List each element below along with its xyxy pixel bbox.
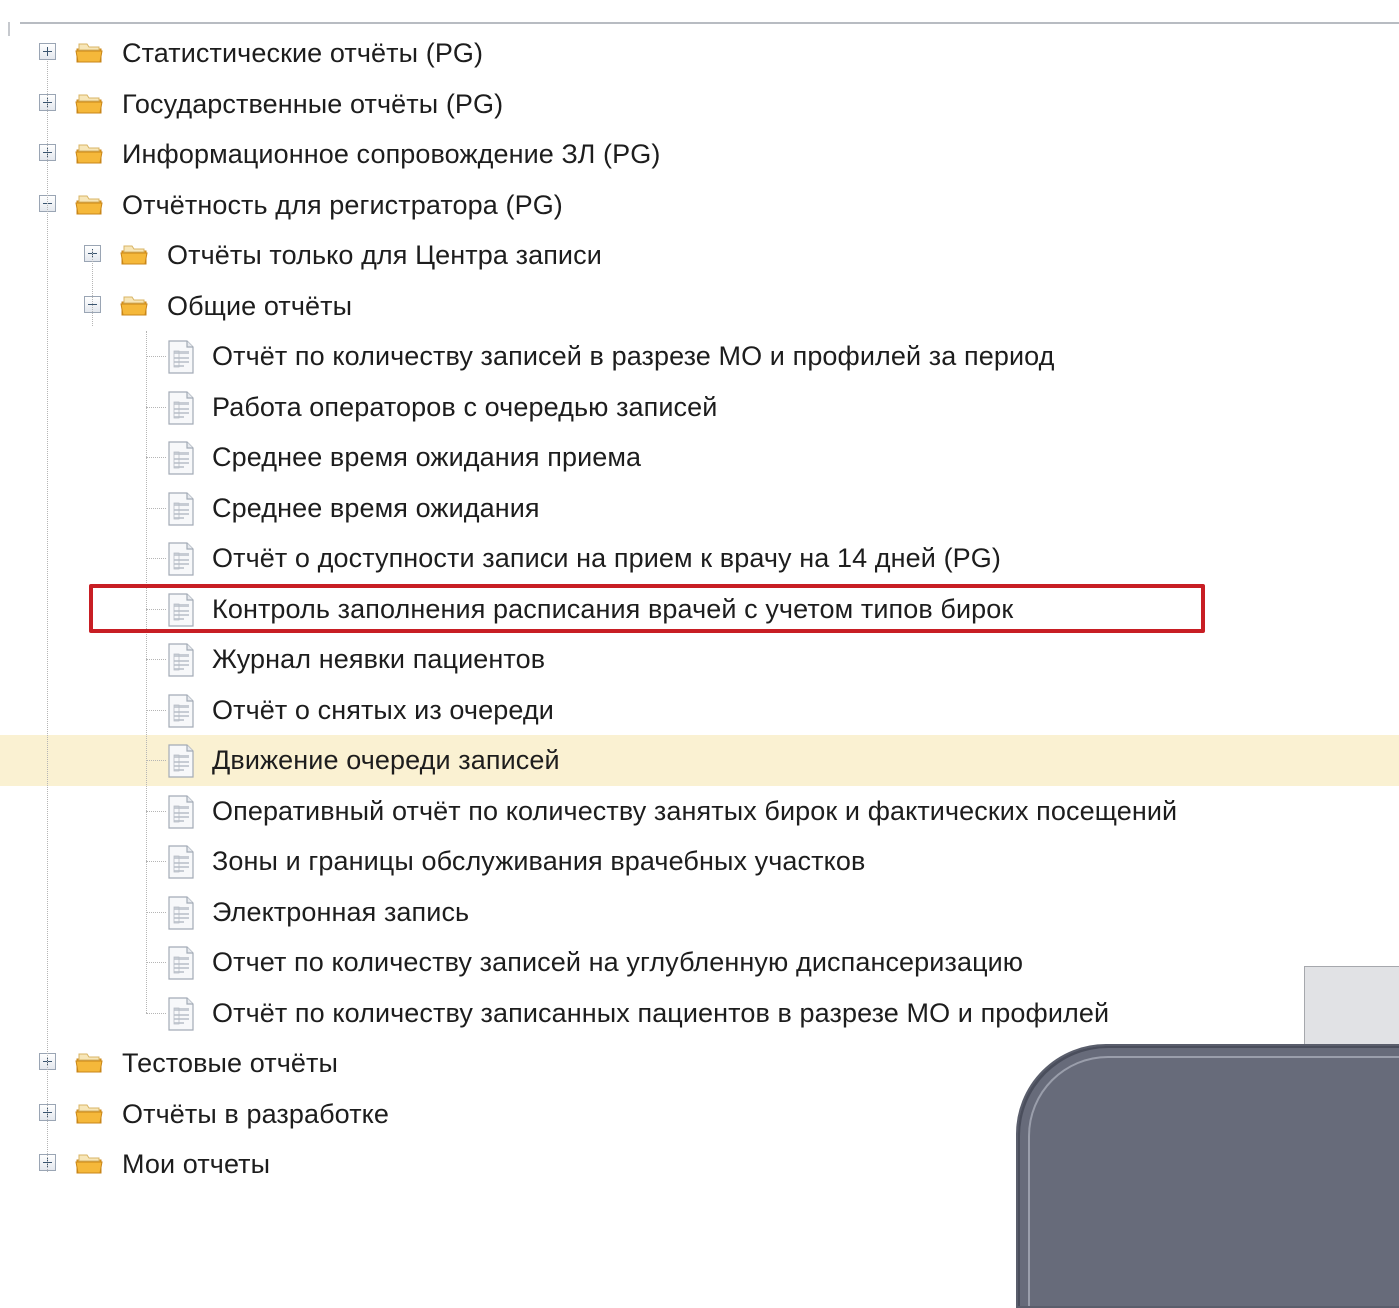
tree-folder-row[interactable]: Отчёты только для Центра записи	[0, 230, 1399, 281]
tree-folder-label[interactable]: Мои отчеты	[122, 1147, 270, 1181]
tree-connector-line	[146, 709, 166, 711]
tree-report-row[interactable]: Электронная запись	[0, 887, 1399, 938]
tree-report-row[interactable]: Отчёт о доступности записи на прием к вр…	[0, 533, 1399, 584]
tree-connector-line	[146, 608, 166, 610]
tree-report-row[interactable]: Среднее время ожидания	[0, 483, 1399, 534]
report-document-icon	[166, 592, 196, 628]
report-document-icon	[166, 996, 196, 1032]
folder-icon	[75, 192, 103, 216]
tree-report-label[interactable]: Отчет по количеству записей на углубленн…	[212, 945, 1023, 979]
tree-report-row[interactable]: Оперативный отчёт по количеству занятых …	[0, 786, 1399, 837]
tree-connector-line	[146, 659, 166, 660]
tree-folder-label[interactable]: Государственные отчёты (PG)	[122, 87, 503, 121]
tree-guide-level-2	[146, 331, 147, 1013]
tree-report-row[interactable]: Контроль заполнения расписания врачей с …	[0, 584, 1399, 635]
tree-report-label[interactable]: Контроль заполнения расписания врачей с …	[212, 592, 1013, 626]
report-document-icon	[166, 541, 196, 577]
tree-folder-label[interactable]: Информационное сопровождение ЗЛ (PG)	[122, 137, 660, 171]
folder-icon	[75, 1151, 103, 1175]
folder-icon	[120, 293, 148, 317]
expand-plus-icon[interactable]	[39, 43, 56, 60]
report-document-icon	[166, 339, 196, 375]
tree-report-label[interactable]: Журнал неявки пациентов	[212, 642, 545, 676]
tree-folder-row[interactable]: Информационное сопровождение ЗЛ (PG)	[0, 129, 1399, 180]
tree-folder-label[interactable]: Отчётность для регистратора (PG)	[122, 188, 563, 222]
panel-top-border	[20, 22, 1399, 24]
tree-report-row[interactable]: Журнал неявки пациентов	[0, 634, 1399, 685]
report-document-icon	[166, 642, 196, 678]
tree-report-row[interactable]: Отчёт о снятых из очереди	[0, 685, 1399, 736]
tree-report-label[interactable]: Электронная запись	[212, 895, 469, 929]
tree-report-label[interactable]: Среднее время ожидания приема	[212, 440, 641, 474]
tree-guide-level-0	[47, 61, 48, 1172]
folder-icon	[120, 242, 148, 266]
tree-report-row[interactable]: Движение очереди записей	[0, 735, 1399, 786]
tree-folder-label[interactable]: Отчёты в разработке	[122, 1097, 389, 1131]
tree-folder-row[interactable]: Статистические отчёты (PG)	[0, 28, 1399, 79]
folder-icon	[75, 141, 103, 165]
tree-folder-label[interactable]: Тестовые отчёты	[122, 1046, 338, 1080]
tree-connector-line	[146, 1012, 166, 1014]
report-document-icon	[166, 794, 196, 830]
tree-folder-label[interactable]: Статистические отчёты (PG)	[122, 36, 483, 70]
tree-report-label[interactable]: Отчёт по количеству записей в разрезе МО…	[212, 339, 1055, 373]
tree-report-row[interactable]: Отчёт по количеству записанных пациентов…	[0, 988, 1399, 1039]
tree-report-label[interactable]: Оперативный отчёт по количеству занятых …	[212, 794, 1177, 828]
report-document-icon	[166, 693, 196, 729]
folder-icon	[75, 40, 103, 64]
tree-connector-line	[146, 911, 166, 913]
tree-report-label[interactable]: Среднее время ожидания	[212, 491, 540, 525]
tree-guide-level-1	[92, 250, 93, 326]
report-document-icon	[166, 743, 196, 779]
tree-folder-label[interactable]: Общие отчёты	[167, 289, 352, 323]
tree-report-label[interactable]: Отчёт о доступности записи на прием к вр…	[212, 541, 1001, 575]
report-document-icon	[166, 390, 196, 426]
tree-folder-label[interactable]: Отчёты только для Центра записи	[167, 238, 602, 272]
tree-connector-line	[146, 457, 166, 458]
folder-icon	[75, 1050, 103, 1074]
tree-connector-line	[146, 558, 166, 559]
tree-report-label[interactable]: Отчёт о снятых из очереди	[212, 693, 554, 727]
tree-report-row[interactable]: Отчет по количеству записей на углубленн…	[0, 937, 1399, 988]
tree-report-label[interactable]: Движение очереди записей	[212, 743, 560, 777]
tree-folder-row[interactable]: Отчётность для регистратора (PG)	[0, 180, 1399, 231]
tree-report-row[interactable]: Зоны и границы обслуживания врачебных уч…	[0, 836, 1399, 887]
tree-report-row[interactable]: Отчёт по количеству записей в разрезе МО…	[0, 331, 1399, 382]
tree-folder-row[interactable]: Общие отчёты	[0, 281, 1399, 332]
tree-report-row[interactable]: Работа операторов с очередью записей	[0, 382, 1399, 433]
report-tree: Статистические отчёты (PG) Государственны…	[0, 28, 1399, 1190]
tree-connector-line	[146, 406, 166, 408]
overlay-dark-panel	[1016, 1044, 1399, 1308]
folder-icon	[75, 1101, 103, 1125]
report-tree-panel: Статистические отчёты (PG) Государственны…	[0, 0, 1399, 1308]
tree-connector-line	[146, 507, 166, 509]
tree-connector-line	[146, 810, 166, 812]
report-document-icon	[166, 440, 196, 476]
tree-connector-line	[146, 962, 166, 963]
tree-report-label[interactable]: Работа операторов с очередью записей	[212, 390, 717, 424]
tree-connector-line	[146, 356, 166, 357]
tree-folder-row[interactable]: Государственные отчёты (PG)	[0, 79, 1399, 130]
report-document-icon	[166, 945, 196, 981]
tree-report-label[interactable]: Зоны и границы обслуживания врачебных уч…	[212, 844, 865, 878]
tree-connector-line	[146, 861, 166, 862]
folder-icon	[75, 91, 103, 115]
report-document-icon	[166, 491, 196, 527]
report-document-icon	[166, 895, 196, 931]
tree-report-label[interactable]: Отчёт по количеству записанных пациентов…	[212, 996, 1109, 1030]
report-document-icon	[166, 844, 196, 880]
tree-connector-line	[146, 760, 166, 761]
tree-report-row[interactable]: Среднее время ожидания приема	[0, 432, 1399, 483]
